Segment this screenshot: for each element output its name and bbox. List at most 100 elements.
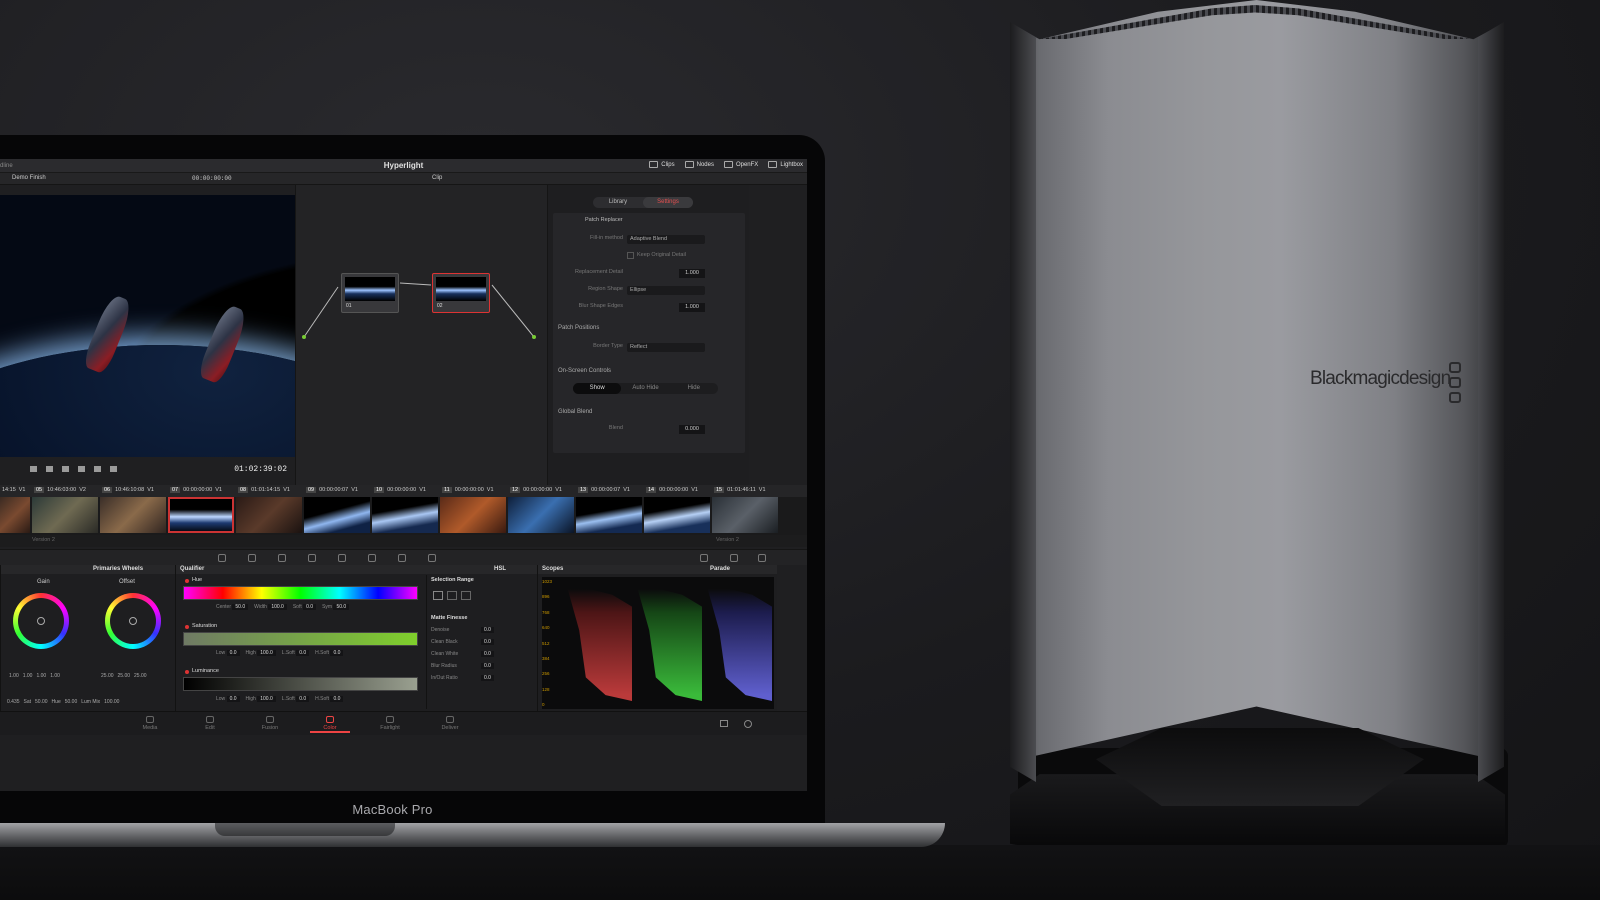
- nodes-button[interactable]: Nodes: [684, 161, 714, 168]
- qualifier-mode[interactable]: HSL: [494, 565, 506, 574]
- picker-minus-icon[interactable]: [447, 591, 457, 600]
- tracker-icon[interactable]: [308, 554, 316, 562]
- page-fairlight[interactable]: Fairlight: [370, 716, 410, 731]
- openfx-button[interactable]: OpenFX: [723, 161, 758, 168]
- clip-thumbnail[interactable]: [304, 497, 370, 533]
- hue-width-value[interactable]: 100.0: [268, 604, 287, 610]
- gain-value[interactable]: 1.00: [9, 673, 19, 679]
- clean-white-value[interactable]: 0.0: [481, 651, 494, 657]
- gain-wheel-handle[interactable]: [37, 617, 45, 625]
- clip-thumbnail[interactable]: [576, 497, 642, 533]
- scopes-mode[interactable]: Parade: [710, 565, 730, 574]
- hue-soft-value[interactable]: 0.0: [303, 604, 317, 610]
- blend-value[interactable]: 0.000: [679, 425, 705, 434]
- node-01[interactable]: 01: [341, 273, 399, 313]
- page-color[interactable]: Color: [310, 716, 350, 733]
- clip-thumbnail[interactable]: [236, 497, 302, 533]
- clip-thumbnail[interactable]: [644, 497, 710, 533]
- blur-icon[interactable]: [368, 554, 376, 562]
- sat-low-value[interactable]: 0.0: [226, 650, 240, 656]
- settings-gear-icon[interactable]: [744, 720, 752, 728]
- clip-thumbnail[interactable]: [0, 497, 30, 533]
- luminance-range-bar[interactable]: [183, 677, 418, 691]
- patch-positions-section[interactable]: Patch Positions: [558, 325, 599, 331]
- in-out-ratio-value[interactable]: 0.0: [481, 675, 494, 681]
- global-blend-section[interactable]: Global Blend: [558, 409, 592, 415]
- fill-in-method-select[interactable]: Adaptive Blend: [627, 235, 705, 244]
- window-icon[interactable]: [278, 554, 286, 562]
- offset-value[interactable]: 25.00: [101, 673, 114, 679]
- keep-detail-checkbox[interactable]: [627, 252, 634, 259]
- clean-black-value[interactable]: 0.0: [481, 639, 494, 645]
- clips-button[interactable]: Clips: [649, 161, 675, 168]
- scopes-icon[interactable]: [730, 554, 738, 562]
- gain-wheel[interactable]: [13, 593, 69, 649]
- loop-icon[interactable]: [110, 466, 117, 472]
- clip-dropdown[interactable]: Clip: [432, 175, 442, 181]
- magic-mask-icon[interactable]: [338, 554, 346, 562]
- page-fusion[interactable]: Fusion: [250, 716, 290, 731]
- lum-lsoft-value[interactable]: 0.0: [296, 696, 310, 702]
- osc-show[interactable]: Show: [573, 383, 622, 394]
- lum-high-value[interactable]: 100.0: [257, 696, 276, 702]
- sat-lsoft-value[interactable]: 0.0: [296, 650, 310, 656]
- gain-value[interactable]: 1.00: [50, 673, 60, 679]
- contrast-value[interactable]: 0.435: [7, 699, 20, 705]
- sat-value[interactable]: 50.00: [35, 699, 48, 705]
- sat-hsoft-value[interactable]: 0.0: [330, 650, 344, 656]
- page-deliver[interactable]: Deliver: [430, 716, 470, 731]
- stop-icon[interactable]: [62, 466, 69, 472]
- sat-high-value[interactable]: 100.0: [257, 650, 276, 656]
- play-icon[interactable]: [78, 466, 85, 472]
- osc-hide[interactable]: Hide: [670, 383, 718, 394]
- skip-start-icon[interactable]: [30, 466, 37, 472]
- lightbox-button[interactable]: Lightbox: [768, 161, 803, 168]
- gain-value[interactable]: 1.00: [23, 673, 33, 679]
- replacement-detail-value[interactable]: 1.000: [679, 269, 705, 278]
- skip-end-icon[interactable]: [94, 466, 101, 472]
- info-icon[interactable]: [758, 554, 766, 562]
- offset-value[interactable]: 25.00: [134, 673, 147, 679]
- offset-wheel[interactable]: [105, 593, 161, 649]
- blur-shape-value[interactable]: 1.000: [679, 303, 705, 312]
- home-icon[interactable]: [720, 720, 728, 727]
- lum-hsoft-value[interactable]: 0.0: [330, 696, 344, 702]
- clip-thumbnail-selected[interactable]: [168, 497, 234, 533]
- clip-thumbnail[interactable]: [100, 497, 166, 533]
- hue-range-bar[interactable]: [183, 586, 418, 600]
- key-icon[interactable]: [398, 554, 406, 562]
- clip-thumbnail[interactable]: [32, 497, 98, 533]
- clip-thumbnail[interactable]: [372, 497, 438, 533]
- offset-value[interactable]: 25.00: [118, 673, 131, 679]
- picker-icon[interactable]: [433, 591, 443, 600]
- sizing-icon[interactable]: [428, 554, 436, 562]
- gain-value[interactable]: 1.00: [36, 673, 46, 679]
- lum-low-value[interactable]: 0.0: [226, 696, 240, 702]
- clip-thumbnail[interactable]: [508, 497, 574, 533]
- tab-settings[interactable]: Settings: [643, 197, 693, 208]
- on-screen-controls-section[interactable]: On-Screen Controls: [558, 368, 611, 374]
- clip-thumbnail[interactable]: [712, 497, 778, 533]
- project-dropdown[interactable]: Demo Finish: [12, 175, 46, 181]
- page-media[interactable]: Media: [130, 716, 170, 731]
- blur-radius-value[interactable]: 0.0: [481, 663, 494, 669]
- hue-sym-value[interactable]: 50.0: [333, 604, 350, 610]
- lum-mix-value[interactable]: 100.00: [104, 699, 119, 705]
- denoise-value[interactable]: 0.0: [481, 627, 494, 633]
- offset-wheel-handle[interactable]: [129, 617, 137, 625]
- step-back-icon[interactable]: [46, 466, 53, 472]
- viewer-image[interactable]: [0, 195, 295, 457]
- hue-center-value[interactable]: 50.0: [232, 604, 249, 610]
- osc-auto-hide[interactable]: Auto Hide: [621, 383, 669, 394]
- page-edit[interactable]: Edit: [190, 716, 230, 731]
- curves-icon[interactable]: [218, 554, 226, 562]
- node-editor[interactable]: 01 02: [295, 185, 547, 485]
- clip-thumbnail[interactable]: [440, 497, 506, 533]
- saturation-range-bar[interactable]: [183, 632, 418, 646]
- tab-library[interactable]: Library: [593, 197, 643, 208]
- region-shape-select[interactable]: Ellipse: [627, 286, 705, 295]
- border-type-select[interactable]: Reflect: [627, 343, 705, 352]
- eye-icon[interactable]: [700, 554, 708, 562]
- eyedropper-icon[interactable]: [248, 554, 256, 562]
- node-02[interactable]: 02: [432, 273, 490, 313]
